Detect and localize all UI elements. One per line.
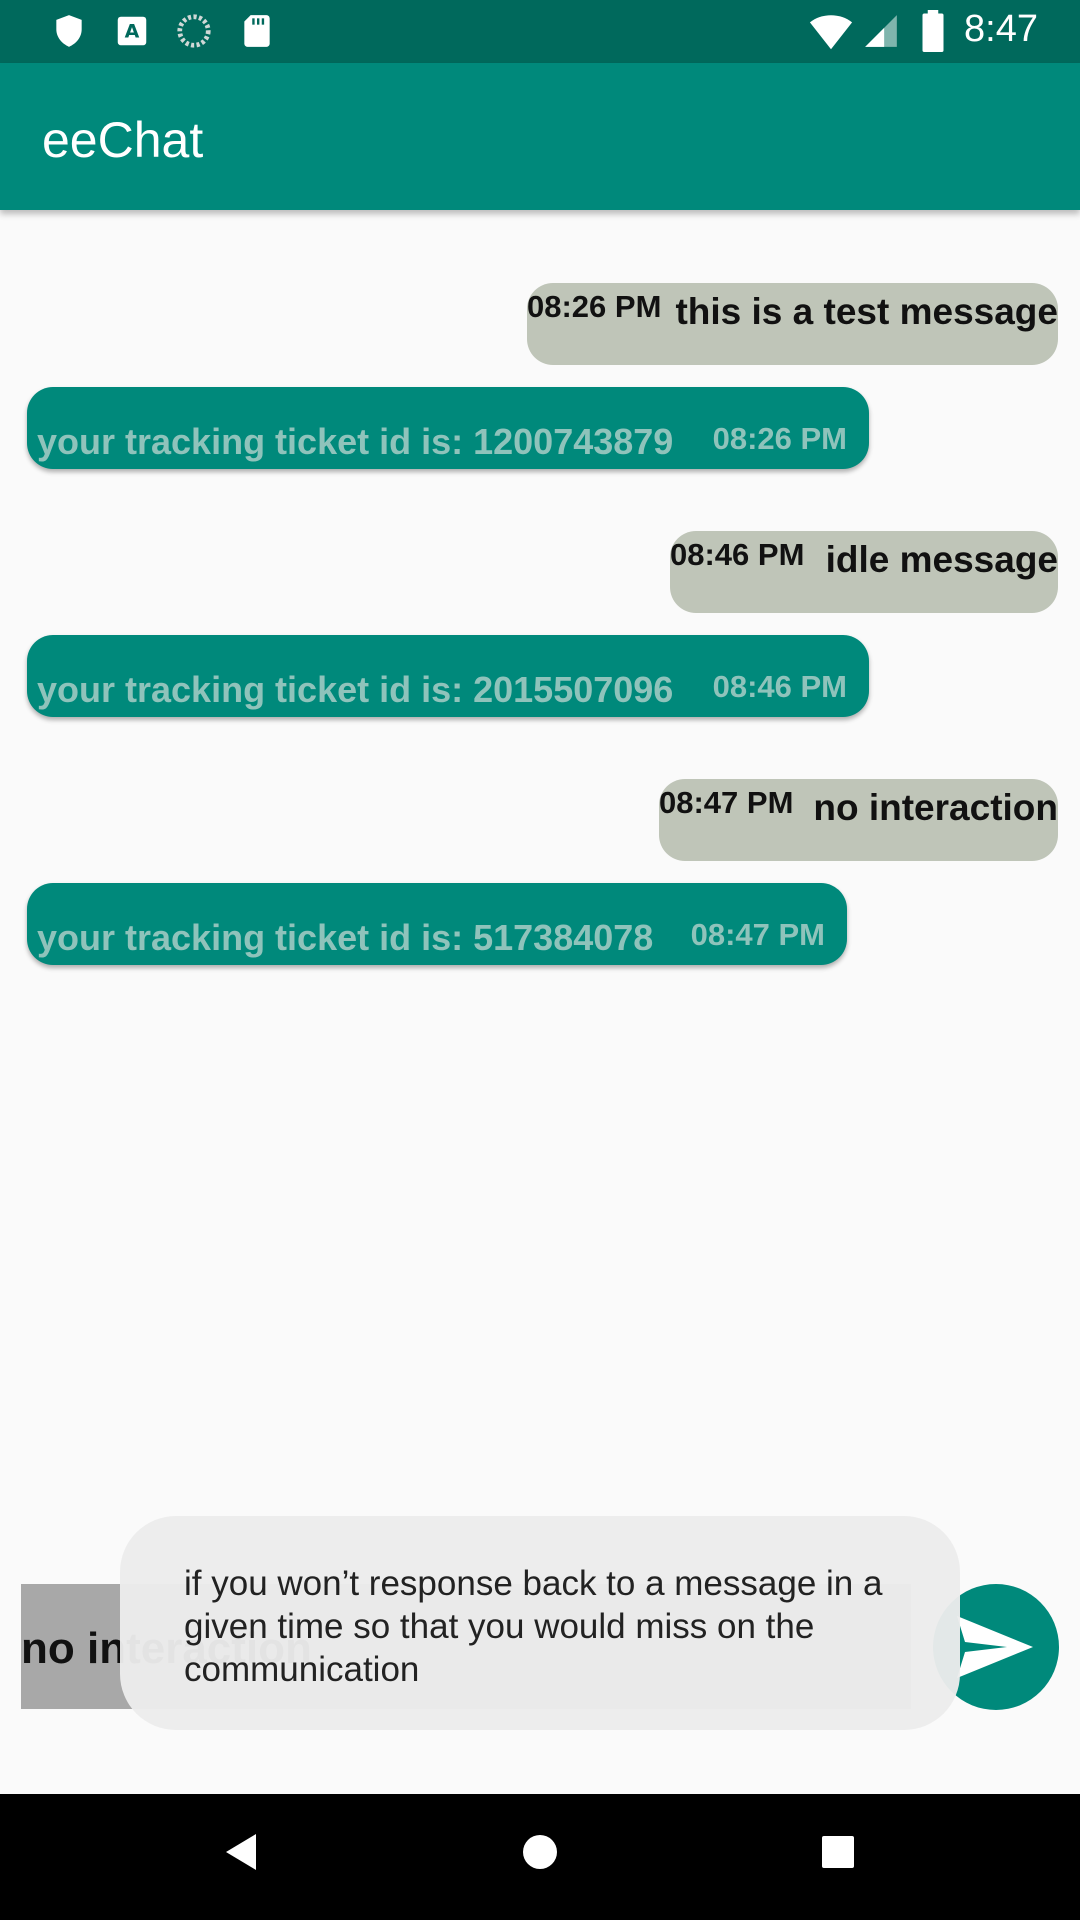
message-text: your tracking ticket id is: 517384078 (37, 917, 654, 958)
app-bar: eeChat (0, 63, 1080, 210)
message-time: 08:47 PM (690, 917, 825, 952)
status-time: 8:47 (964, 8, 1038, 50)
svg-text:A: A (125, 20, 140, 42)
cell-signal-icon (865, 15, 897, 47)
home-icon[interactable] (520, 1832, 560, 1872)
message-time: 08:26 PM (527, 289, 662, 324)
back-icon[interactable] (222, 1832, 258, 1872)
a-badge-icon: A (117, 16, 147, 46)
incoming-message[interactable]: your tracking ticket id is: 1200743879 0… (27, 387, 869, 469)
app-title: eeChat (42, 112, 204, 168)
sync-icon (177, 14, 211, 48)
status-bar: A 8:47 (0, 0, 1080, 63)
wifi-icon (809, 15, 853, 50)
message-time: 08:46 PM (670, 537, 805, 572)
sd-card-icon (244, 15, 270, 47)
outgoing-message[interactable]: 08:47 PM no interaction (659, 779, 1058, 861)
shield-icon (56, 15, 82, 47)
message-text: your tracking ticket id is: 2015507096 (37, 669, 674, 710)
incoming-message[interactable]: your tracking ticket id is: 517384078 08… (27, 883, 847, 965)
message-text: idle message (825, 539, 1058, 580)
recents-icon[interactable] (820, 1834, 856, 1870)
tooltip-text: if you won’t response back to a message … (184, 1564, 883, 1689)
message-time: 08:46 PM (712, 669, 847, 704)
message-time: 08:26 PM (712, 421, 847, 456)
outgoing-message[interactable]: 08:26 PM this is a test message (527, 283, 1058, 365)
message-text: your tracking ticket id is: 1200743879 (37, 421, 674, 462)
navigation-bar (0, 1794, 1080, 1920)
outgoing-message[interactable]: 08:46 PM idle message (670, 531, 1058, 613)
message-text: this is a test message (675, 291, 1058, 332)
tooltip: if you won’t response back to a message … (120, 1516, 960, 1730)
send-icon (957, 1616, 1033, 1678)
battery-icon (922, 10, 944, 52)
incoming-message[interactable]: your tracking ticket id is: 2015507096 0… (27, 635, 869, 717)
message-text: no interaction (813, 787, 1058, 828)
message-time: 08:47 PM (659, 785, 794, 820)
